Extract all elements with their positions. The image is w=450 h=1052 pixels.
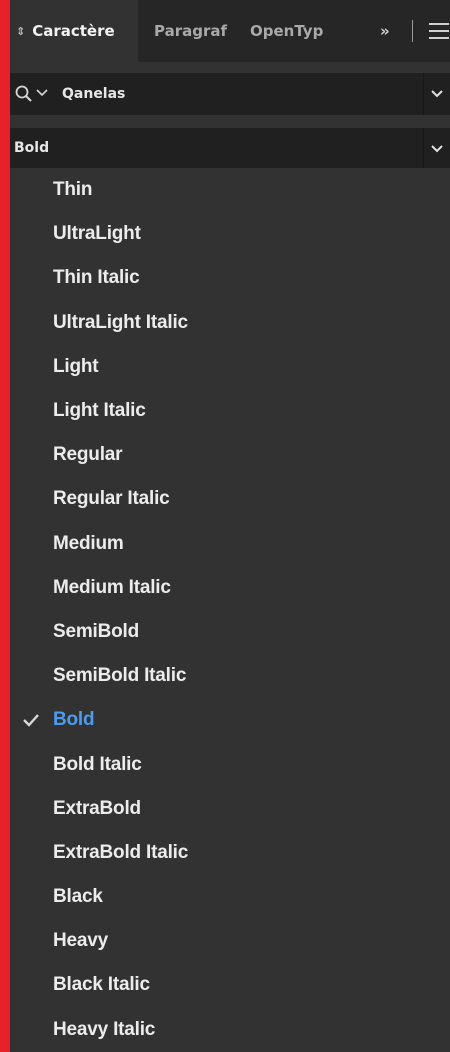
menu-item-label: Heavy	[53, 930, 108, 952]
character-panel: ⇕ Caractère Paragraf OpenTyp » Qanelas B…	[10, 0, 450, 1052]
menu-item[interactable]: UltraLight Italic	[10, 301, 450, 345]
double-chevron-right-icon: »	[380, 22, 390, 40]
menu-item-label: ExtraBold Italic	[53, 841, 189, 863]
menu-item-label: Thin	[53, 179, 93, 201]
menu-item[interactable]: Bold	[10, 698, 450, 742]
tab-opentype[interactable]: OpenTyp	[250, 0, 328, 62]
search-icon[interactable]	[14, 84, 34, 104]
menu-item[interactable]: UltraLight	[10, 212, 450, 256]
menu-item-label: Heavy Italic	[53, 1018, 156, 1040]
menu-item-label: UltraLight Italic	[53, 311, 188, 333]
menu-item[interactable]: Light Italic	[10, 389, 450, 433]
font-style-value[interactable]: Bold	[14, 128, 49, 168]
menu-item-label: Regular Italic	[53, 488, 170, 510]
tab-overflow-button[interactable]: »	[380, 0, 390, 62]
menu-item-label: Black	[53, 886, 103, 908]
menu-item-label: Light	[53, 355, 99, 377]
checkmark-icon	[23, 714, 39, 727]
font-style-field[interactable]: Bold	[10, 128, 450, 170]
menu-item[interactable]: ExtraBold	[10, 787, 450, 831]
search-options-chevron-icon[interactable]	[35, 86, 49, 100]
menu-item-label: Bold Italic	[53, 753, 142, 775]
menu-item[interactable]: Regular	[10, 433, 450, 477]
panel-tab-bar: ⇕ Caractère Paragraf OpenTyp »	[10, 0, 450, 62]
menu-item[interactable]: Regular Italic	[10, 477, 450, 521]
tab-label: OpenTyp	[250, 22, 324, 40]
tab-paragraph[interactable]: Paragraf	[154, 0, 242, 62]
menu-item-label: Light Italic	[53, 400, 146, 422]
menu-item-label: Regular	[53, 444, 123, 466]
chevron-down-icon	[431, 145, 443, 153]
menu-item[interactable]: SemiBold Italic	[10, 654, 450, 698]
menu-item[interactable]: Medium Italic	[10, 566, 450, 610]
menu-item[interactable]: Medium	[10, 522, 450, 566]
chevron-down-icon	[431, 90, 443, 98]
hamburger-menu-icon[interactable]	[429, 23, 449, 39]
menu-item[interactable]: Black Italic	[10, 963, 450, 1007]
menu-item-label: Bold	[53, 709, 95, 731]
tab-character[interactable]: ⇕ Caractère	[10, 0, 138, 62]
font-style-dropdown-list: Thin UltraLight Thin Italic UltraLight Ital…	[10, 168, 450, 1052]
font-family-dropdown-button[interactable]	[423, 73, 450, 115]
menu-item[interactable]: Thin Italic	[10, 256, 450, 300]
menu-item[interactable]: Heavy	[10, 919, 450, 963]
font-family-field[interactable]: Qanelas	[10, 73, 450, 115]
tab-label: Caractère	[32, 22, 115, 40]
font-style-dropdown-button[interactable]	[423, 128, 450, 170]
menu-item-label: UltraLight	[53, 223, 141, 245]
tab-label: Paragraf	[154, 22, 228, 40]
menu-item-label: Medium	[53, 532, 124, 554]
menu-item[interactable]: Black	[10, 875, 450, 919]
menu-item-label: ExtraBold	[53, 797, 141, 819]
menu-item[interactable]: SemiBold	[10, 610, 450, 654]
menu-item[interactable]: Thin	[10, 168, 450, 212]
menu-item[interactable]: Heavy Italic	[10, 1008, 450, 1052]
menu-item-label: SemiBold	[53, 620, 140, 642]
menu-item-label: Black Italic	[53, 974, 150, 996]
menu-item[interactable]: ExtraBold Italic	[10, 831, 450, 875]
menu-item-label: SemiBold Italic	[53, 665, 187, 687]
tab-separator	[412, 20, 413, 42]
menu-item[interactable]: Bold Italic	[10, 742, 450, 786]
menu-item[interactable]: Light	[10, 345, 450, 389]
menu-item-label: Medium Italic	[53, 576, 171, 598]
font-family-value[interactable]: Qanelas	[62, 73, 125, 115]
collapse-arrows-icon[interactable]: ⇕	[16, 25, 25, 38]
menu-item-label: Thin Italic	[53, 267, 140, 289]
